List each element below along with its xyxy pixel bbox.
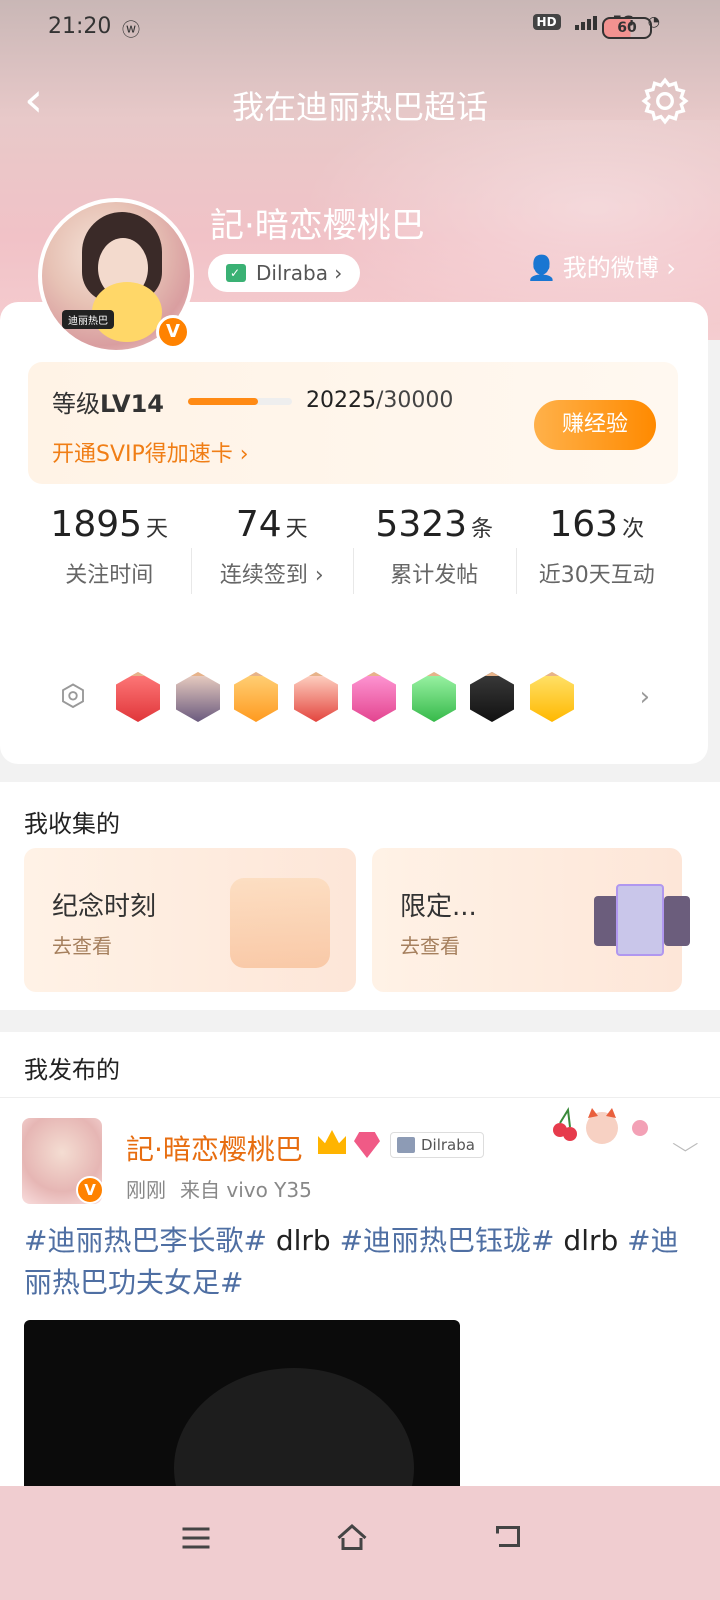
stat-unit: 次: [622, 517, 645, 542]
earn-exp-button[interactable]: 赚经验: [534, 400, 656, 450]
trophy-badge-icon: [116, 672, 160, 722]
post-menu-chevron-icon[interactable]: ⌵: [672, 1132, 699, 1157]
collect-card-title: 纪念时刻: [52, 892, 157, 922]
crown-badge-icon: [234, 672, 278, 722]
post-video-thumbnail[interactable]: [24, 1320, 460, 1500]
post-text-part: dlrb: [554, 1224, 628, 1257]
stat-value: 163: [549, 504, 619, 545]
stat-checkin-days[interactable]: 74 天 连续签到 ›: [190, 504, 354, 630]
published-title: 我发布的: [24, 1056, 120, 1084]
gear-icon[interactable]: [640, 76, 690, 126]
back-icon[interactable]: [490, 1520, 526, 1556]
status-bar: 21:20 ⓦ HD 5G ◔ 60: [0, 0, 720, 56]
collect-card-limited[interactable]: 限定... 去查看: [372, 848, 690, 992]
svip-label: 开通SVIP得加速卡: [52, 442, 233, 467]
topic-pill[interactable]: Dilraba ›: [208, 254, 361, 292]
post-text-part: dlrb: [266, 1224, 340, 1257]
video-figure: [174, 1368, 414, 1500]
post-author[interactable]: 記·暗恋樱桃巴: [126, 1128, 303, 1168]
level-progress-bar: [188, 398, 292, 405]
level-card: 等级LV14 20225/30000 开通SVIP得加速卡 › 赚经验: [28, 362, 678, 484]
photo-cards-icon: [594, 884, 690, 960]
my-weibo-link[interactable]: 👤 我的微博 ›: [527, 248, 676, 283]
weibo-notification-icon: ⓦ: [122, 20, 140, 41]
stat-label: 近30天互动: [538, 563, 655, 588]
stat-unit: 天: [285, 517, 308, 542]
stat-value: 1895: [50, 504, 143, 545]
level-current: 20225: [306, 388, 376, 413]
check-icon: [397, 1137, 415, 1153]
super-badge-icon: [470, 672, 514, 722]
menu-icon[interactable]: [178, 1520, 214, 1556]
calendar-illustration-icon: [230, 878, 330, 968]
signal-icon: [574, 14, 599, 30]
battery-indicator: 60: [602, 17, 652, 39]
stat-value: 74: [235, 504, 282, 545]
level-points: 20225/30000: [306, 388, 453, 413]
stat-label-link: 连续签到 ›: [219, 563, 324, 588]
post-topic-tag[interactable]: Dilraba: [390, 1132, 484, 1158]
hashtag-link[interactable]: #迪丽热巴钰珑#: [340, 1224, 555, 1257]
lv14-badge-icon: [352, 672, 396, 722]
level-value: LV14: [100, 390, 164, 418]
stat-unit: 条: [471, 517, 494, 542]
stat-label: 累计发帖: [390, 563, 479, 588]
30-days-badge-icon: [530, 672, 574, 722]
collect-card-moments[interactable]: 纪念时刻 去查看: [24, 848, 356, 992]
collect-card-title: 限定...: [400, 892, 477, 922]
cherry-cat-decoration-icon: [553, 1107, 648, 1144]
level-total: /30000: [376, 388, 454, 413]
stat-follow-days: 1895 天 关注时间: [28, 504, 191, 630]
verified-v-icon: V: [156, 315, 190, 349]
stats-row: 1895 天 关注时间 74 天 连续签到 › 5323 条 累计发帖 163 次 近3…: [28, 504, 678, 630]
post-text: #迪丽热巴李长歌# dlrb #迪丽热巴钰珑# dlrb #迪丽热巴功夫女足#: [24, 1220, 704, 1304]
username: 記·暗恋樱桃巴: [210, 206, 425, 246]
collect-card-sub: 去查看: [400, 934, 460, 958]
stat-interactions: 163 次 近30天互动: [515, 504, 679, 630]
svip-link[interactable]: 开通SVIP得加速卡 ›: [52, 436, 249, 468]
published-section: 我发布的: [0, 1032, 720, 1098]
stat-unit: 天: [146, 517, 169, 542]
hashtag-link[interactable]: #迪丽热巴李长歌#: [24, 1224, 267, 1257]
post-meta: 刚刚 来自 vivo Y35: [126, 1174, 312, 1203]
level-progress-fill: [188, 398, 259, 405]
badge-row[interactable]: ›: [28, 650, 678, 746]
figure-badge-icon: [176, 672, 220, 722]
person-icon: 👤: [526, 254, 557, 282]
topic-name: Dilraba: [256, 261, 328, 285]
home-icon[interactable]: [334, 1520, 370, 1556]
stat-label: 关注时间: [65, 563, 154, 588]
system-nav-bar: [0, 1486, 720, 1600]
top-nav: ‹ 我在迪丽热巴超话: [0, 70, 720, 130]
avatar-tag: 迪丽热巴: [62, 310, 114, 329]
hd-icon: HD: [532, 14, 561, 30]
badge-outline-icon: [62, 683, 84, 709]
level-label: 等级LV14: [52, 384, 164, 419]
chevron-right-icon: ›: [639, 682, 650, 712]
calendar-check-icon: [226, 254, 246, 292]
level-prefix: 等级: [52, 390, 100, 418]
post-time: 刚刚: [126, 1178, 166, 1202]
status-time: 21:20: [48, 14, 112, 39]
post-topic-label: Dilraba: [421, 1136, 475, 1154]
collect-card-sub: 去查看: [52, 934, 112, 958]
verified-v-icon: V: [76, 1176, 104, 1204]
my-weibo-label: 我的微博: [562, 254, 659, 282]
hand-badge-icon: [412, 672, 456, 722]
stat-posts: 5323 条 累计发帖: [353, 504, 516, 630]
post-source: 来自 vivo Y35: [180, 1178, 312, 1202]
page-title: 我在迪丽热巴超话: [231, 88, 488, 126]
collected-title: 我收集的: [24, 810, 120, 838]
stat-label: 连续签到: [219, 563, 308, 588]
stat-value: 5323: [375, 504, 468, 545]
cat-badge-icon: [294, 672, 338, 722]
